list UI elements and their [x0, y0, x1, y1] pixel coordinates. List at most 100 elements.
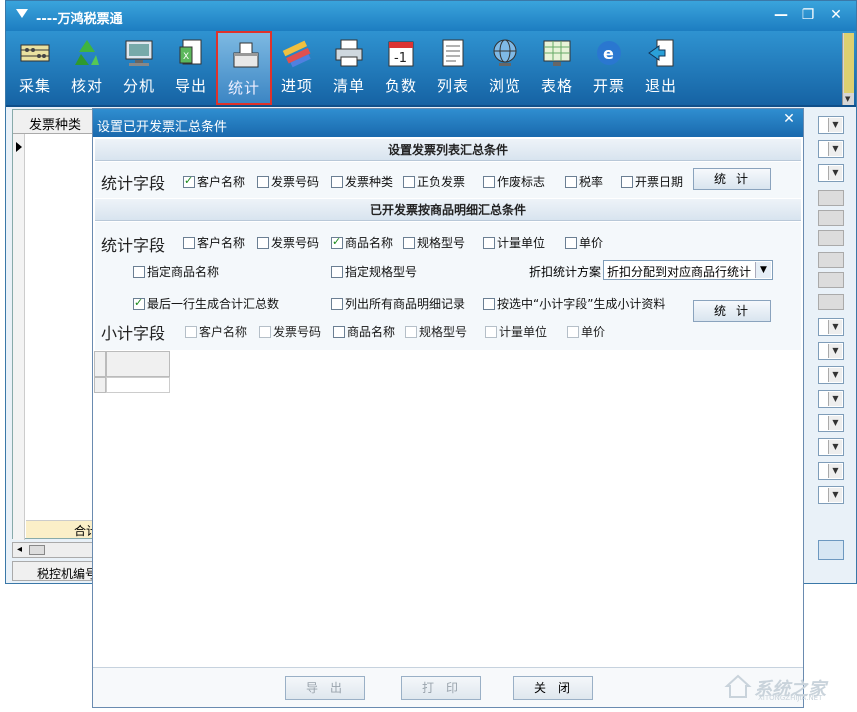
checkbox-spec-model[interactable]: 规格型号 [403, 234, 465, 250]
system-menu-icon[interactable] [16, 9, 28, 18]
checkbox-box[interactable] [183, 237, 195, 249]
filter-field[interactable] [818, 190, 844, 206]
checkbox-box[interactable] [133, 296, 145, 310]
grid-horizontal-scrollbar[interactable]: ◂ [12, 542, 98, 558]
checkbox-box[interactable] [565, 176, 577, 188]
toolbar-input-button[interactable]: 进项 [272, 35, 322, 101]
result-grid[interactable] [94, 351, 802, 665]
print-button[interactable]: 打印 [401, 676, 481, 700]
checkbox-box[interactable] [485, 326, 497, 338]
checkbox-invoice-number[interactable]: 发票号码 [257, 234, 319, 250]
filter-combo[interactable]: ▼ [818, 366, 844, 384]
filter-field[interactable] [818, 230, 844, 246]
toolbar-negative-button[interactable]: -1 负数 [376, 35, 426, 101]
stat-button-list[interactable]: 统计 [693, 168, 771, 190]
checkbox-list-all-details[interactable]: 列出所有商品明细记录 [331, 295, 465, 311]
checkbox-box[interactable] [133, 266, 145, 278]
checkbox-box[interactable] [621, 176, 633, 188]
checkbox-box[interactable] [185, 326, 197, 338]
filter-combo[interactable]: ▼ [818, 486, 844, 504]
toolbar-spreadsheet-button[interactable]: 表格 [532, 35, 582, 101]
filter-combo[interactable]: ▼ [818, 390, 844, 408]
grid-column-header[interactable] [106, 351, 170, 377]
checkbox-tax-rate[interactable]: 税率 [565, 173, 603, 189]
maximize-button[interactable]: ❐ [798, 6, 818, 24]
filter-field[interactable] [818, 252, 844, 268]
filter-combo[interactable]: ▼ [818, 318, 844, 336]
minimize-button[interactable]: — [771, 6, 791, 24]
checkbox-specify-model[interactable]: 指定规格型号 [331, 263, 417, 279]
checkbox-box[interactable] [257, 237, 269, 249]
filter-combo[interactable]: ▼ [818, 462, 844, 480]
toolbar-collect-button[interactable]: 采集 [10, 35, 60, 101]
filter-field[interactable] [818, 272, 844, 288]
subtotal-checkbox-invoice-number[interactable]: 发票号码 [259, 323, 321, 339]
checkbox-invoice-type[interactable]: 发票种类 [331, 173, 393, 189]
checkbox-subtotal-by-fields[interactable]: 按选中“小计字段”生成小计资料 [483, 295, 665, 311]
filter-combo[interactable]: ▼ [818, 438, 844, 456]
subtotal-checkbox-unit[interactable]: 计量单位 [485, 323, 547, 339]
subtotal-checkbox-product-name[interactable]: 商品名称 [333, 323, 395, 339]
close-button[interactable]: ✕ [826, 6, 846, 24]
export-button[interactable]: 导出 [285, 676, 365, 700]
checkbox-box[interactable] [259, 326, 271, 338]
toolbar-exit-button[interactable]: 退出 [636, 35, 686, 101]
scroll-thumb[interactable] [29, 545, 45, 555]
checkbox-box[interactable] [403, 176, 415, 188]
checkbox-box[interactable] [483, 237, 495, 249]
query-button[interactable] [818, 540, 844, 560]
filter-field[interactable] [818, 294, 844, 310]
filter-combo[interactable]: ▼ [818, 164, 844, 182]
grid-row-header[interactable] [94, 377, 106, 393]
checkbox-box[interactable] [567, 326, 579, 338]
checkbox-box[interactable] [183, 174, 195, 188]
checkbox-void-flag[interactable]: 作废标志 [483, 173, 545, 189]
toolbar-browse-button[interactable]: 浏览 [480, 35, 530, 101]
checkbox-customer-name[interactable]: 客户名称 [183, 173, 245, 189]
subtotal-checkbox-spec-model[interactable]: 规格型号 [405, 323, 467, 339]
toolbar-statistics-button[interactable]: 统计 [216, 31, 272, 105]
dialog-close-icon[interactable]: ✕ [779, 109, 799, 129]
filter-field[interactable] [818, 210, 844, 226]
checkbox-box[interactable] [331, 266, 343, 278]
invoice-grid[interactable]: 发票种类 合计 [12, 109, 98, 540]
toolbar-scrollbar[interactable]: ▼ [842, 33, 854, 105]
checkbox-last-row-total[interactable]: 最后一行生成合计汇总数 [133, 295, 279, 311]
discount-scheme-select[interactable]: 折扣分配到对应商品行统计 ▼ [603, 260, 773, 280]
checkbox-unit[interactable]: 计量单位 [483, 234, 545, 250]
checkbox-specify-product-name[interactable]: 指定商品名称 [133, 263, 219, 279]
filter-combo[interactable]: ▼ [818, 116, 844, 134]
checkbox-customer-name[interactable]: 客户名称 [183, 234, 245, 250]
toolbar-extension-button[interactable]: 分机 [114, 35, 164, 101]
checkbox-box[interactable] [257, 176, 269, 188]
filter-combo[interactable]: ▼ [818, 414, 844, 432]
filter-combo[interactable]: ▼ [818, 342, 844, 360]
grid-cell[interactable] [106, 377, 170, 393]
column-invoice-type[interactable]: 发票种类 [29, 114, 81, 133]
checkbox-box[interactable] [565, 237, 577, 249]
close-dialog-button[interactable]: 关闭 [513, 676, 593, 700]
checkbox-invoice-number[interactable]: 发票号码 [257, 173, 319, 189]
checkbox-box[interactable] [331, 176, 343, 188]
checkbox-box[interactable] [403, 237, 415, 249]
checkbox-unit-price[interactable]: 单价 [565, 234, 603, 250]
stat-button-detail[interactable]: 统计 [693, 300, 771, 322]
toolbar-issue-invoice-button[interactable]: e 开票 [584, 35, 634, 101]
checkbox-box[interactable] [483, 176, 495, 188]
checkbox-box[interactable] [331, 298, 343, 310]
checkbox-box[interactable] [333, 326, 345, 338]
scroll-left-icon[interactable]: ◂ [17, 544, 22, 555]
checkbox-box[interactable] [405, 326, 417, 338]
filter-combo[interactable]: ▼ [818, 140, 844, 158]
toolbar-list-button[interactable]: 清单 [324, 35, 374, 101]
subtotal-checkbox-unit-price[interactable]: 单价 [567, 323, 605, 339]
checkbox-issue-date[interactable]: 开票日期 [621, 173, 683, 189]
checkbox-box[interactable] [483, 298, 495, 310]
toolbar-export-button[interactable]: X 导出 [166, 35, 216, 101]
toolbar-verify-button[interactable]: 核对 [62, 35, 112, 101]
subtotal-checkbox-customer-name[interactable]: 客户名称 [185, 323, 247, 339]
checkbox-box[interactable] [331, 235, 343, 249]
checkbox-product-name[interactable]: 商品名称 [331, 234, 393, 250]
checkbox-positive-negative[interactable]: 正负发票 [403, 173, 465, 189]
toolbar-table-list-button[interactable]: 列表 [428, 35, 478, 101]
